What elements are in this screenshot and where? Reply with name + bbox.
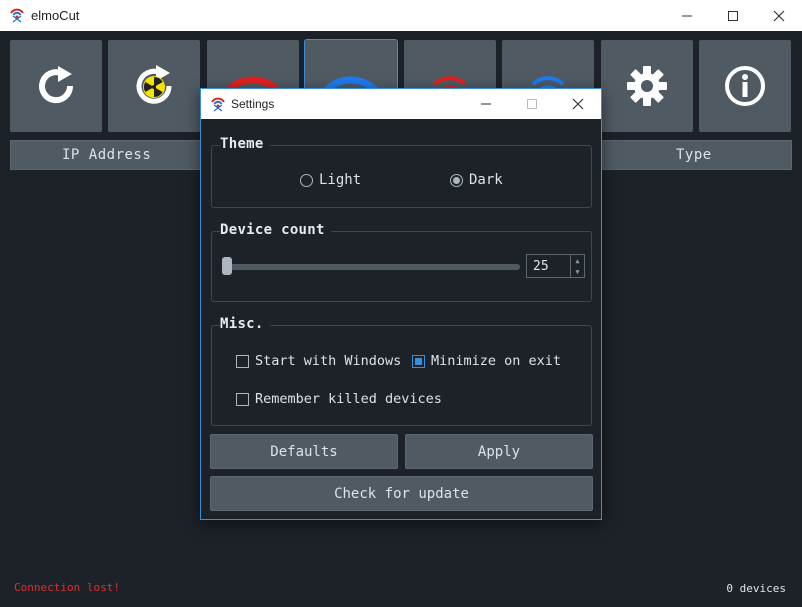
- device-count-label: Device count: [220, 222, 331, 238]
- spin-up-icon[interactable]: ▲: [571, 255, 584, 266]
- remember-killed-devices-checkbox[interactable]: Remember killed devices: [236, 391, 442, 407]
- gear-icon: [627, 66, 667, 106]
- spin-arrows: ▲ ▼: [570, 255, 584, 277]
- minimize-icon: [481, 103, 491, 105]
- column-ip-address[interactable]: IP Address: [62, 147, 151, 163]
- app-title: elmoCut: [31, 8, 80, 23]
- settings-title: Settings: [231, 97, 275, 111]
- close-icon: [572, 98, 584, 110]
- defaults-button[interactable]: Defaults: [210, 434, 398, 469]
- radiation-refresh-icon: [136, 65, 172, 104]
- maximize-icon: [527, 99, 537, 109]
- settings-maximize-button: [509, 89, 555, 119]
- checkbox-indicator-checked: [412, 354, 425, 368]
- theme-label: Theme: [220, 136, 270, 152]
- settings-minimize-button[interactable]: [463, 89, 509, 119]
- minimize-icon: [682, 15, 692, 16]
- connection-status: Connection lost!: [14, 581, 120, 594]
- close-button[interactable]: [756, 0, 802, 31]
- start-with-windows-label: Start with Windows: [255, 353, 402, 369]
- radio-indicator: [300, 173, 313, 187]
- checkbox-indicator: [236, 392, 249, 406]
- radio-indicator-selected: [450, 173, 463, 187]
- theme-light-label: Light: [319, 172, 362, 188]
- settings-close-button[interactable]: [555, 89, 601, 119]
- apply-button[interactable]: Apply: [405, 434, 593, 469]
- device-count-slider[interactable]: [224, 264, 520, 270]
- about-button[interactable]: [699, 40, 791, 132]
- info-icon: [725, 66, 765, 106]
- rescan-button[interactable]: [10, 40, 102, 132]
- wifi-target-icon: [211, 97, 225, 112]
- minimize-on-exit-label: Minimize on exit: [431, 353, 562, 369]
- refresh-icon: [39, 66, 74, 104]
- minimize-button[interactable]: [664, 0, 710, 31]
- check-for-update-button[interactable]: Check for update: [210, 476, 593, 511]
- theme-dark-radio[interactable]: Dark: [450, 172, 503, 188]
- device-count-value: 25: [533, 259, 549, 274]
- misc-label: Misc.: [220, 316, 270, 332]
- minimize-on-exit-checkbox[interactable]: Minimize on exit: [412, 353, 561, 369]
- main-titlebar: elmoCut: [0, 0, 802, 31]
- settings-dialog: Settings Theme Light Dark Device count 2…: [200, 88, 602, 520]
- slider-handle[interactable]: [222, 257, 232, 275]
- remember-killed-devices-label: Remember killed devices: [255, 391, 442, 407]
- settings-button[interactable]: [601, 40, 693, 132]
- column-type[interactable]: Type: [676, 147, 712, 163]
- device-count-spinbox[interactable]: 25 ▲ ▼: [526, 254, 585, 278]
- misc-group: Misc. Start with Windows Minimize on exi…: [211, 316, 592, 426]
- checkbox-indicator: [236, 354, 249, 368]
- maximize-button[interactable]: [710, 0, 756, 31]
- theme-light-radio[interactable]: Light: [300, 172, 361, 188]
- device-count-status: 0 devices: [726, 582, 786, 595]
- settings-titlebar: Settings: [201, 89, 601, 119]
- maximize-icon: [728, 10, 738, 21]
- theme-group: Theme Light Dark: [211, 136, 592, 208]
- spin-down-icon[interactable]: ▼: [571, 266, 584, 277]
- deep-scan-button[interactable]: [108, 40, 200, 132]
- theme-dark-label: Dark: [469, 172, 503, 188]
- wifi-target-icon: [10, 8, 24, 23]
- start-with-windows-checkbox[interactable]: Start with Windows: [236, 353, 401, 369]
- close-icon: [773, 10, 785, 21]
- device-count-group: Device count 25 ▲ ▼: [211, 222, 592, 302]
